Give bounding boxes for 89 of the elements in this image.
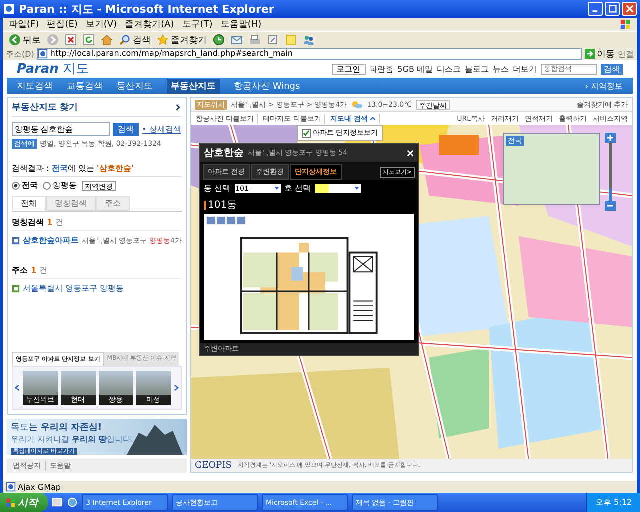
building-icon [12,236,20,244]
pin-icon [12,284,20,292]
site-link[interactable]: 블로그 [465,64,489,74]
zoom-thumb[interactable] [609,189,612,201]
clock: 오후 5:12 [595,497,632,508]
site-link[interactable]: 파란홈 [370,64,394,74]
maximize-button[interactable] [605,2,620,16]
site-link[interactable]: 디스크 [437,64,461,74]
building-heading: 101동 [208,199,238,212]
links-button[interactable]: 연결 [618,48,634,60]
windows-logo-icon [6,498,16,508]
history-icon[interactable] [213,34,225,46]
home-icon[interactable] [101,34,113,46]
nav-tab[interactable]: 교통검색 [67,80,103,92]
desktop-icon[interactable] [52,497,63,508]
popup-title: 삼호한숲 [204,147,244,160]
result-summary: 검색결과 : 전국에 있는 '삼호한숲' [12,163,182,177]
close-icon [626,5,634,13]
detail-search-link[interactable]: • 상세검색 [142,124,182,134]
result-count: 1 [47,218,53,227]
previous-icon[interactable] [15,384,20,392]
chevron-icon[interactable] [175,104,182,111]
windows-logo-icon [620,19,631,30]
search-field[interactable]: 양평동 삼호한숲 [12,122,110,136]
search-icon [119,34,131,46]
banner-headline: 독도는 우리의 자존심! [11,422,104,434]
weather-icon [351,100,364,109]
nav-tab[interactable]: 항공사진 Wings [234,80,300,92]
group-title: 주소 [12,265,28,276]
result-tab[interactable]: 주소 [96,196,130,211]
refresh-icon[interactable] [83,34,95,46]
count-unit: 건 [40,265,48,276]
nav-tab[interactable]: 부동산지도 [167,78,220,94]
panel-title: 부동산지도 찾기 [12,102,78,114]
search-button[interactable]: 검색 [113,122,139,136]
close-button[interactable] [622,2,637,16]
dropdown-icon [274,186,280,191]
result-count: 1 [31,266,37,275]
result-link[interactable]: 서울특별시 영등포구 양평동 [23,283,124,294]
site-link[interactable]: 뉴스 [493,64,509,74]
login-button[interactable]: 로그인 [332,64,366,74]
zoom-slider[interactable] [609,143,612,201]
scope-radio[interactable]: 전국 [12,180,38,191]
search-button[interactable]: 검색 [601,64,623,74]
menu-item[interactable]: 도움말(H) [220,18,262,30]
site-logo[interactable]: Paran 지도 [17,60,90,78]
nav-tab[interactable]: 지도검색 [17,80,53,92]
building-label: 동 선택 [204,183,231,194]
star-icon [157,34,169,46]
unit-label: 호 선택 [284,183,312,194]
minimize-button[interactable] [588,2,603,16]
go-button[interactable]: 이동 [585,48,615,60]
stop-icon[interactable] [65,34,77,46]
mail-icon[interactable] [231,34,243,46]
result-link[interactable]: 삼호한숲아파트 [23,235,79,246]
menu-item[interactable]: 도구(T) [182,18,213,30]
window-title: Paran :: 지도 - Microsoft Internet Explorer [19,2,276,16]
edit-icon[interactable] [267,34,279,46]
region-link[interactable]: › 지역정보 [585,80,623,92]
caret-icon [370,116,376,120]
result-tab[interactable]: 명칭검색 [46,196,96,211]
menu-item[interactable]: 보기(V) [86,18,118,30]
menu-item[interactable]: 편집(E) [47,18,78,30]
people-icon[interactable] [303,34,315,46]
address-field[interactable]: http://local.paran.com/map/mapsrch_land.php#search_main [37,48,582,60]
status-text: Ajax GMap [18,482,61,492]
favorites-button[interactable]: 즐겨찾기 [157,34,207,46]
menu-item[interactable]: 파일(F) [9,18,40,30]
group-title: 명칭검색 [12,217,44,228]
browser-icon[interactable] [67,497,78,508]
banner-text: 우리가 지켜나갈 우리의 땅입니다. [11,434,134,445]
result-tab[interactable]: 전체 [12,196,46,211]
scope-radio[interactable]: 양평동 [43,180,77,191]
site-link[interactable]: 더보기 [513,64,537,74]
page-icon [3,3,15,15]
site-link[interactable]: 5GB 메일 [398,64,433,74]
nav-tab[interactable]: 등산지도 [117,80,153,92]
unit-select[interactable] [315,184,362,193]
geopis-logo: GEOPIS [195,460,232,470]
close-icon[interactable] [407,150,414,156]
maximize-icon [608,5,616,13]
address-label: 주소(D) [6,48,34,60]
menu-item[interactable]: 즐겨찾기(A) [125,18,174,30]
back-button[interactable]: 뒤로 [9,34,41,46]
dropdown-icon [354,186,360,191]
checkmark-icon [303,130,310,136]
search-button[interactable]: 검색 [119,34,151,46]
count-unit: 건 [56,217,64,228]
next-icon[interactable] [174,384,179,392]
